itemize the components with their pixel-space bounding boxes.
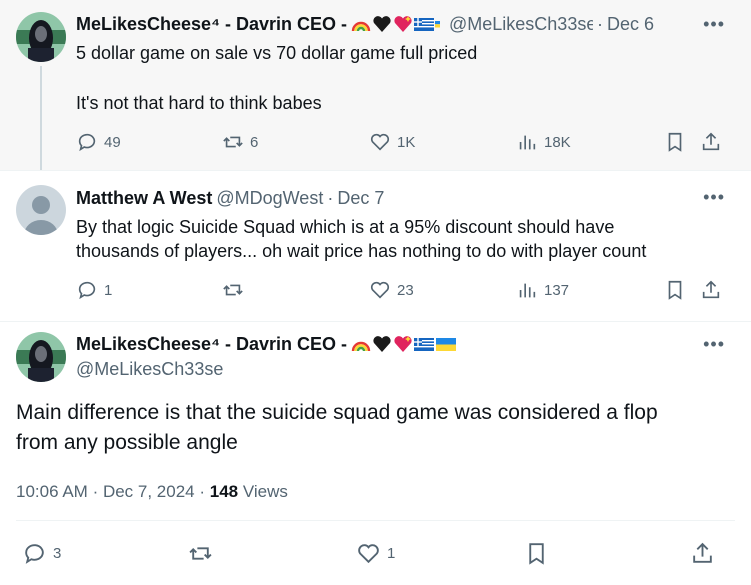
repost-button[interactable] bbox=[188, 541, 219, 566]
views-number: 148 bbox=[209, 482, 239, 501]
post-text-line: Main difference is that the suicide squa… bbox=[16, 401, 658, 424]
reply-post-2[interactable]: Matthew A West @MDogWest · Dec 7 ••• By … bbox=[0, 170, 751, 322]
share-button[interactable] bbox=[700, 131, 722, 153]
views-icon bbox=[519, 283, 536, 298]
share-button[interactable] bbox=[700, 279, 722, 301]
focused-post: MeLikesCheese⁴ - Davrin CEO - ••• @MeLik… bbox=[0, 322, 751, 585]
ukraine-flag-icon bbox=[436, 338, 456, 351]
bookmark-icon bbox=[529, 543, 544, 565]
reply-count: 3 bbox=[53, 545, 62, 562]
post-header: MeLikesCheese⁴ - Davrin CEO - @MeLikesCh… bbox=[76, 13, 654, 35]
reply-count: 49 bbox=[104, 133, 121, 151]
post-date[interactable]: Dec 7 bbox=[337, 188, 384, 209]
bookmark-icon bbox=[668, 280, 682, 300]
share-button[interactable] bbox=[690, 541, 715, 566]
separator: · bbox=[597, 13, 603, 34]
reply-button[interactable]: 3 bbox=[22, 541, 61, 566]
share-icon bbox=[702, 132, 720, 151]
bookmark-button[interactable] bbox=[664, 279, 686, 301]
more-options-button[interactable]: ••• bbox=[703, 14, 725, 35]
thread-line bbox=[40, 66, 42, 170]
views-count: 18K bbox=[544, 133, 571, 151]
author-handle[interactable]: @MeLikesCh33se bbox=[76, 358, 223, 380]
post-text-line: thousands of players... oh wait price ha… bbox=[76, 241, 647, 261]
like-count: 1 bbox=[387, 545, 396, 562]
author-handle[interactable]: @MDogWest bbox=[216, 188, 323, 209]
like-button[interactable]: 23 bbox=[369, 279, 414, 301]
divider bbox=[16, 520, 735, 521]
post-header: MeLikesCheese⁴ - Davrin CEO - bbox=[76, 333, 461, 355]
post-header: Matthew A West @MDogWest · Dec 7 bbox=[76, 187, 384, 209]
emoji-flags bbox=[351, 335, 457, 353]
post-full-date[interactable]: Dec 7, 2024 bbox=[103, 482, 195, 501]
post-text-line: By that logic Suicide Squad which is at … bbox=[76, 217, 615, 237]
share-icon bbox=[702, 280, 720, 299]
separator: · bbox=[199, 482, 210, 501]
reply-count: 1 bbox=[104, 281, 113, 299]
repost-button[interactable] bbox=[222, 279, 250, 301]
ukraine-flag-icon bbox=[435, 21, 440, 28]
bookmark-icon bbox=[668, 132, 682, 152]
bookmark-button[interactable] bbox=[664, 131, 686, 153]
rainbow-icon bbox=[351, 341, 371, 352]
reply-icon bbox=[78, 281, 96, 300]
sparkling-heart-icon bbox=[394, 336, 412, 352]
avatar[interactable] bbox=[16, 332, 66, 382]
views-button[interactable]: 18K bbox=[516, 131, 571, 153]
like-button[interactable]: 1K bbox=[369, 131, 415, 153]
greece-flag-icon bbox=[414, 338, 434, 351]
reply-button[interactable]: 1 bbox=[76, 279, 112, 301]
greece-flag-icon bbox=[414, 18, 434, 31]
rainbow-icon bbox=[351, 21, 371, 32]
views-count: 137 bbox=[544, 281, 570, 299]
action-bar: 49 6 1K 18K bbox=[76, 131, 725, 155]
separator: · bbox=[327, 187, 334, 208]
reply-post-1[interactable]: MeLikesCheese⁴ - Davrin CEO - @MeLikesCh… bbox=[0, 0, 751, 170]
repost-icon bbox=[223, 284, 243, 296]
sparkling-heart-icon bbox=[394, 16, 412, 32]
post-text-line: 5 dollar game on sale vs 70 dollar game … bbox=[76, 43, 478, 63]
avatar[interactable] bbox=[16, 185, 66, 235]
repost-icon bbox=[189, 547, 212, 560]
author-handle[interactable]: @MeLikesCh33se bbox=[449, 14, 593, 35]
views-button[interactable]: 137 bbox=[516, 279, 569, 301]
author-name[interactable]: Matthew A West bbox=[76, 188, 212, 209]
black-heart-icon bbox=[373, 336, 391, 352]
like-count: 23 bbox=[397, 281, 414, 299]
more-options-button[interactable]: ••• bbox=[703, 334, 725, 355]
heart-icon bbox=[370, 281, 390, 299]
post-meta: 10:06 AM · Dec 7, 2024 · 148 Views bbox=[16, 482, 288, 502]
post-text-line: from any possible angle bbox=[16, 431, 238, 454]
share-icon bbox=[693, 542, 712, 563]
author-name[interactable]: MeLikesCheese⁴ - Davrin CEO - bbox=[76, 14, 347, 35]
repost-count: 6 bbox=[250, 133, 259, 151]
emoji-flags bbox=[351, 15, 445, 33]
repost-button[interactable]: 6 bbox=[222, 131, 258, 153]
post-date[interactable]: Dec 6 bbox=[607, 14, 654, 35]
bookmark-button[interactable] bbox=[524, 541, 549, 566]
action-bar: 1 23 137 bbox=[76, 279, 725, 303]
reply-icon bbox=[78, 133, 96, 152]
avatar[interactable] bbox=[16, 12, 66, 62]
action-bar: 3 1 bbox=[22, 541, 721, 565]
like-count: 1K bbox=[397, 133, 416, 151]
post-time[interactable]: 10:06 AM bbox=[16, 482, 88, 501]
reply-icon bbox=[25, 544, 44, 564]
separator: · bbox=[92, 482, 103, 501]
author-name[interactable]: MeLikesCheese⁴ - Davrin CEO - bbox=[76, 334, 347, 355]
repost-icon bbox=[223, 136, 243, 148]
views-icon bbox=[519, 135, 536, 150]
reply-button[interactable]: 49 bbox=[76, 131, 121, 153]
views-label: Views bbox=[242, 482, 288, 501]
black-heart-icon bbox=[373, 16, 391, 32]
like-button[interactable]: 1 bbox=[356, 541, 395, 566]
more-options-button[interactable]: ••• bbox=[703, 187, 725, 208]
heart-icon bbox=[370, 133, 390, 151]
heart-icon bbox=[358, 544, 379, 564]
post-text-line: It's not that hard to think babes bbox=[76, 93, 322, 113]
